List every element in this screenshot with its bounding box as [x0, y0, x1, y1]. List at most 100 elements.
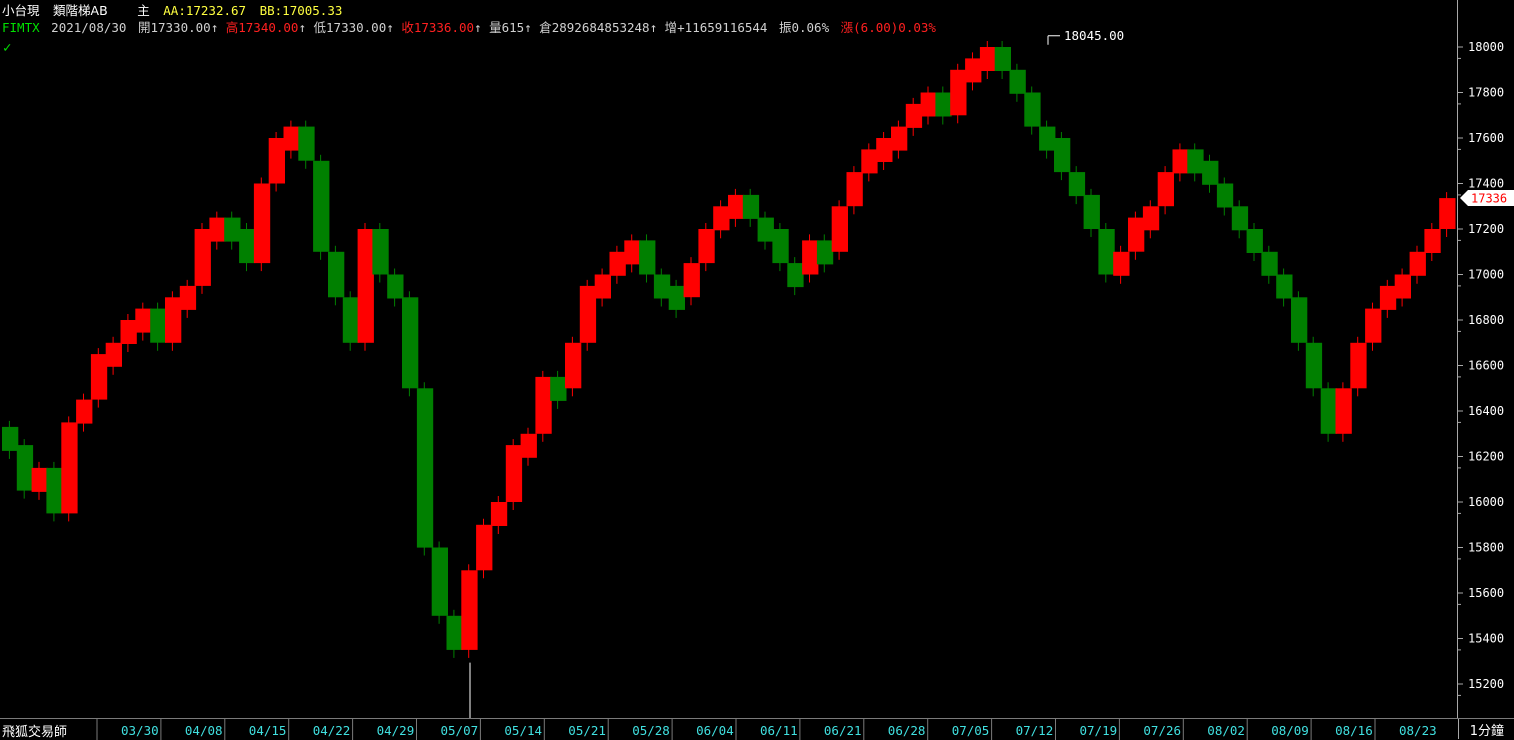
price-brick: [609, 251, 626, 276]
y-tick-label: 17800: [1468, 86, 1504, 100]
high-arrow: ↑: [298, 20, 306, 35]
price-brick: [713, 206, 730, 231]
volume-arrow: ↑: [524, 20, 532, 35]
price-brick: [1142, 206, 1160, 231]
price-brick: [342, 297, 360, 343]
price-brick: [1039, 126, 1056, 151]
y-tick-label: 15600: [1468, 586, 1504, 600]
low-value: 低17330.00: [313, 20, 387, 35]
y-tick-label: 18000: [1468, 40, 1504, 54]
period-selector[interactable]: 1分鐘: [1470, 720, 1504, 739]
x-tick-label: 05/14: [504, 723, 542, 738]
oi-arrow: ↑: [649, 20, 658, 35]
close-arrow: ↑: [474, 20, 482, 35]
indicator-label: 類階梯AB: [53, 3, 108, 18]
x-tick-label: 06/04: [696, 723, 734, 738]
open-value: 開17330.00: [137, 20, 211, 35]
price-brick: [1439, 198, 1456, 229]
price-brick: [550, 376, 567, 401]
x-axis-labels: 03/30 04/08 04/15 04/22 04/29 05/07 05/14 05/21…: [96, 719, 1437, 740]
price-brick: [1098, 229, 1115, 275]
price-brick: [565, 342, 582, 389]
x-tick-label: 03/30: [121, 723, 159, 738]
price-brick: [253, 183, 271, 264]
price-brick: [950, 69, 967, 116]
low-arrow: ↑: [386, 20, 394, 35]
price-brick: [668, 285, 685, 310]
price-brick: [150, 308, 167, 343]
price-brick: [1024, 92, 1041, 127]
price-brick: [520, 433, 537, 458]
price-brick: [1157, 172, 1174, 207]
price-brick: [46, 467, 63, 514]
price-brick: [105, 342, 122, 367]
change-value: 漲(6.00)0.03%: [840, 20, 936, 35]
code-label: FIMTX: [2, 20, 40, 35]
price-brick: [1083, 194, 1100, 229]
high-value: 高17340.00: [225, 20, 299, 35]
y-tick-label: 16200: [1468, 450, 1504, 464]
price-brick: [1320, 388, 1337, 434]
price-brick: [1202, 160, 1219, 185]
price-brick: [772, 229, 789, 264]
y-axis: 15200 15400 15600 15800 16000 16200 16400 16600…: [1458, 0, 1514, 718]
price-brick: [490, 502, 508, 526]
x-tick-label: 07/26: [1143, 723, 1181, 738]
price-chart: 18045.0015030.00: [2, 28, 1456, 718]
x-tick-label: 05/07: [441, 723, 479, 738]
price-brick: [920, 92, 937, 117]
chart-plot-area[interactable]: 18045.0015030.00 小台現 類階梯AB 主 AA:17232.67…: [0, 0, 1458, 718]
price-brick: [979, 47, 997, 71]
price-brick: [787, 263, 804, 288]
price-brick: [1394, 274, 1411, 299]
price-brick: [1187, 149, 1204, 174]
price-brick: [165, 297, 182, 343]
price-brick: [1305, 342, 1323, 389]
date-label: 2021/08/30: [51, 20, 127, 35]
price-brick: [1172, 149, 1189, 174]
price-brick: [965, 58, 982, 83]
x-tick-label: 04/22: [313, 723, 351, 738]
open-interest-value: 倉2892684853248: [539, 20, 650, 35]
period-divider: [1458, 719, 1459, 739]
price-brick: [209, 217, 226, 242]
y-axis-labels: 15200 15400 15600 15800 16000 16200 16400 16600…: [1458, 40, 1514, 696]
price-brick: [816, 240, 834, 265]
price-brick: [298, 126, 315, 161]
price-brick: [831, 206, 848, 252]
price-brick: [846, 172, 863, 207]
price-brick: [179, 285, 197, 310]
max-annotation-label: 18045.00: [1064, 28, 1124, 43]
price-brick: [1216, 183, 1234, 208]
price-brick: [639, 240, 656, 275]
price-brick: [1113, 251, 1130, 276]
price-brick: [16, 445, 34, 491]
y-tick-label: 17000: [1468, 268, 1504, 282]
price-brick: [535, 376, 552, 434]
y-tick-label: 17400: [1468, 177, 1504, 191]
x-tick-label: 04/15: [249, 723, 287, 738]
volume-value: 量615: [489, 20, 525, 35]
price-brick: [861, 149, 878, 174]
price-brick: [194, 229, 211, 286]
symbol-label: 小台現: [2, 3, 40, 18]
y-tick-label: 15800: [1468, 541, 1504, 555]
header-line-2: FIMTX 2021/08/30 開17330.00↑ 高17340.00↑ 低…: [2, 17, 936, 36]
price-brick: [891, 126, 908, 151]
price-brick: [579, 285, 597, 343]
price-brick: [683, 263, 700, 298]
y-tick-label: 16600: [1468, 359, 1504, 373]
price-brick: [61, 422, 78, 514]
x-tick-label: 07/19: [1080, 723, 1118, 738]
price-brick: [505, 445, 523, 502]
price-brick: [461, 570, 478, 650]
x-tick-label: 06/28: [888, 723, 926, 738]
check-icon: ✓: [3, 40, 12, 56]
price-brick: [446, 615, 463, 650]
x-tick-label: 05/21: [568, 723, 606, 738]
y-tick-label: 17600: [1468, 131, 1504, 145]
y-tick-label: 15200: [1468, 677, 1504, 691]
price-brick: [905, 103, 923, 128]
price-brick: [1276, 274, 1293, 299]
price-brick: [90, 354, 108, 400]
